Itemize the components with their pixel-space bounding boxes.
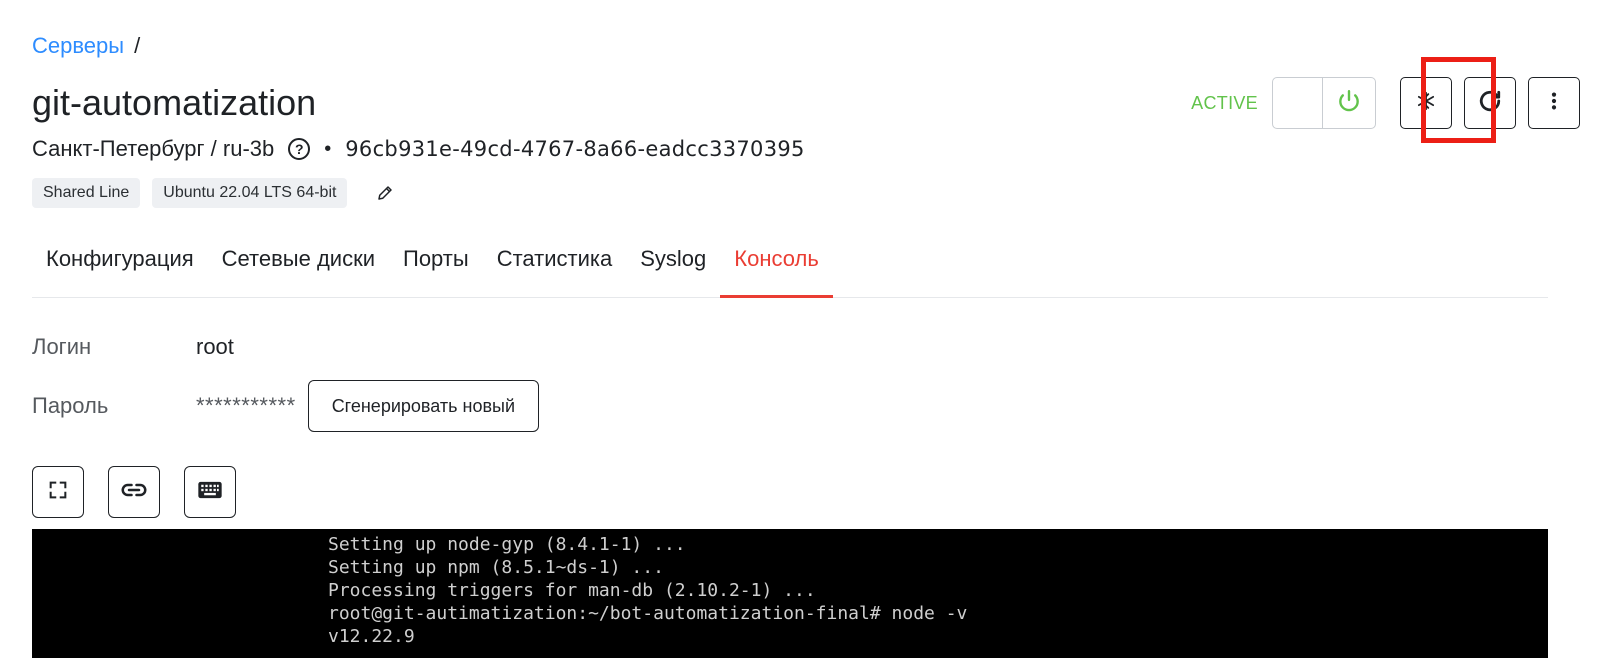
console-line: Setting up npm (8.5.1~ds-1) ... bbox=[328, 557, 664, 578]
login-value: root bbox=[196, 334, 234, 359]
server-tags: Shared Line Ubuntu 22.04 LTS 64-bit bbox=[32, 178, 397, 208]
generate-password-button[interactable]: Сгенерировать новый bbox=[307, 380, 540, 432]
power-toggle[interactable] bbox=[1272, 77, 1376, 129]
breadcrumb-separator: / bbox=[134, 33, 141, 58]
more-vertical-icon bbox=[1543, 90, 1565, 117]
console-toolbar bbox=[32, 466, 236, 518]
console-line: Processing triggers for man-db (2.10.2-1… bbox=[328, 580, 816, 601]
reboot-icon bbox=[1476, 87, 1504, 120]
server-actions: ACTIVE bbox=[1191, 77, 1580, 129]
login-label: Логин bbox=[32, 334, 92, 359]
tab-syslog[interactable]: Syslog bbox=[626, 238, 720, 298]
freeze-button[interactable] bbox=[1400, 77, 1452, 129]
help-circle-icon[interactable]: ? bbox=[288, 138, 311, 160]
keyboard-icon bbox=[196, 476, 224, 509]
link-icon bbox=[119, 475, 149, 510]
password-row: Пароль *********** Сгенерировать новый bbox=[32, 380, 540, 432]
server-subline: Санкт-Петербург / ru-3b ? • 96cb931e-49c… bbox=[32, 136, 805, 162]
server-location: Санкт-Петербург / ru-3b bbox=[32, 136, 275, 161]
console-line: v12.22.9 bbox=[328, 626, 415, 647]
console-line: Setting up node-gyp (8.4.1-1) ... bbox=[328, 534, 686, 555]
tab-console[interactable]: Консоль bbox=[720, 238, 833, 298]
keyboard-button[interactable] bbox=[184, 466, 236, 518]
login-row: Логин root bbox=[32, 334, 234, 360]
more-button[interactable] bbox=[1528, 77, 1580, 129]
password-value: *********** bbox=[196, 393, 296, 418]
breadcrumb: Серверы / bbox=[32, 33, 140, 59]
pencil-icon[interactable] bbox=[373, 181, 397, 205]
tag-os: Ubuntu 22.04 LTS 64-bit bbox=[152, 178, 348, 208]
tab-configuration[interactable]: Конфигурация bbox=[32, 238, 208, 298]
separator-dot: • bbox=[324, 137, 332, 160]
console-screen[interactable]: Setting up node-gyp (8.4.1-1) ... Setting… bbox=[32, 529, 1548, 658]
password-label: Пароль bbox=[32, 393, 109, 418]
breadcrumb-servers-link[interactable]: Серверы bbox=[32, 33, 124, 59]
page-title: git-automatization bbox=[32, 82, 317, 123]
server-uuid: 96cb931e-49cd-4767-8a66-eadcc3370395 bbox=[345, 137, 805, 161]
power-button[interactable] bbox=[1323, 78, 1375, 128]
link-button[interactable] bbox=[108, 466, 160, 518]
console-line: root@git-autimatization:~/bot-automatiza… bbox=[328, 603, 968, 624]
tab-network-disks[interactable]: Сетевые диски bbox=[208, 238, 389, 298]
tag-shared-line: Shared Line bbox=[32, 178, 141, 208]
power-toggle-left[interactable] bbox=[1273, 78, 1323, 128]
status-badge: ACTIVE bbox=[1191, 92, 1258, 113]
fullscreen-button[interactable] bbox=[32, 466, 84, 518]
power-icon bbox=[1336, 88, 1362, 119]
fullscreen-icon bbox=[47, 479, 69, 506]
reboot-button[interactable] bbox=[1464, 77, 1516, 129]
server-tabs: Конфигурация Сетевые диски Порты Статист… bbox=[32, 238, 1548, 298]
tab-ports[interactable]: Порты bbox=[389, 238, 483, 298]
tab-statistics[interactable]: Статистика bbox=[483, 238, 627, 298]
snowflake-icon bbox=[1415, 90, 1437, 117]
